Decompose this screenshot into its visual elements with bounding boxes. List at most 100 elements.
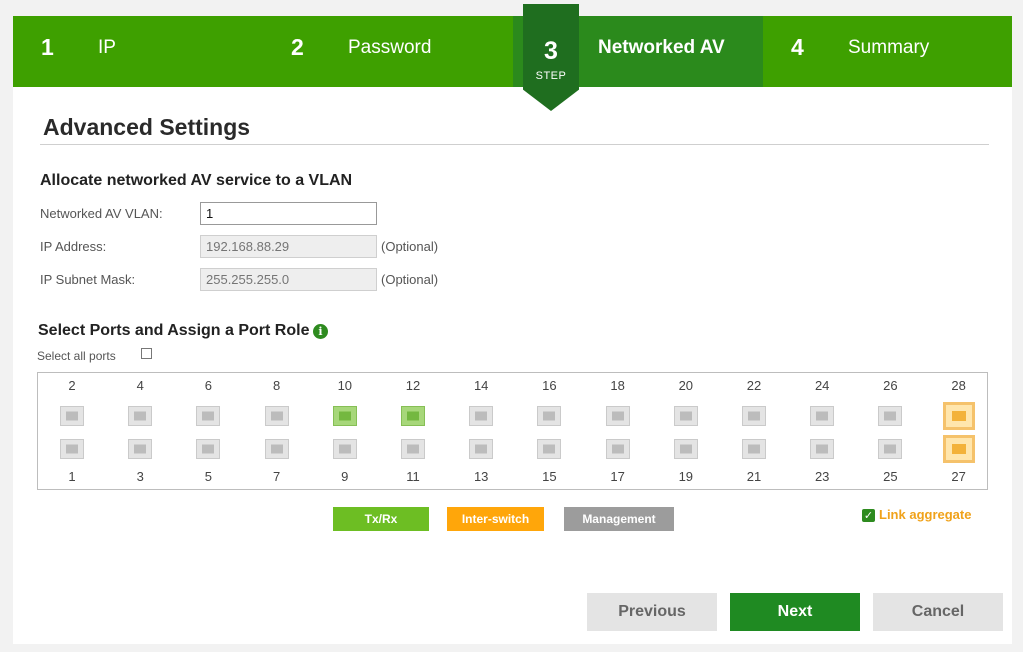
ethernet-port-icon[interactable] (401, 439, 425, 459)
port-number: 22 (746, 378, 762, 393)
ethernet-port-icon[interactable] (401, 406, 425, 426)
port-number: 19 (678, 469, 694, 484)
ethernet-port-icon[interactable] (128, 439, 153, 459)
link-aggregate-label[interactable]: Link aggregate (879, 507, 971, 522)
vlan-label: Networked AV VLAN: (40, 206, 163, 221)
port-jack (679, 411, 692, 421)
ethernet-port-icon[interactable] (469, 439, 494, 459)
ethernet-port-icon[interactable] (60, 406, 84, 426)
port-jack (884, 411, 897, 421)
port-jack (134, 411, 147, 421)
switch-ports-panel: 2 4 6 8 10 12 14 16 18 20 22 24 26 28 1 3 5 7 9 11 13 15 17 19 2… (37, 372, 988, 490)
ethernet-port-icon[interactable] (878, 439, 903, 459)
ethernet-port-icon[interactable] (537, 439, 562, 459)
port-number: 12 (405, 378, 421, 393)
ip-optional-note: (Optional) (381, 239, 439, 254)
cancel-button[interactable]: Cancel (873, 593, 1003, 631)
ethernet-port-icon[interactable] (196, 406, 221, 426)
legend-management[interactable]: Management (564, 507, 674, 531)
port-jack (338, 444, 351, 454)
step-password[interactable]: 2 Password (263, 16, 513, 87)
ethernet-port-icon[interactable] (605, 406, 630, 426)
port-number: 8 (272, 378, 281, 393)
port-jack (66, 444, 78, 454)
port-number: 24 (814, 378, 830, 393)
ethernet-port-icon[interactable] (537, 406, 562, 426)
port-number: 23 (814, 469, 830, 484)
port-jack (748, 444, 760, 454)
port-number: 1 (68, 469, 76, 484)
port-number: 10 (337, 378, 353, 393)
ethernet-port-icon[interactable] (742, 406, 766, 426)
ethernet-port-icon[interactable] (942, 402, 975, 430)
vlan-input[interactable] (200, 202, 377, 225)
port-number: 11 (406, 469, 420, 484)
legend-inter-switch[interactable]: Inter-switch (447, 507, 544, 531)
step-ip[interactable]: 1 IP (13, 16, 263, 87)
port-jack (611, 444, 624, 454)
current-step-caption: STEP (535, 70, 567, 82)
ethernet-port-icon[interactable] (60, 439, 84, 459)
ethernet-port-icon[interactable] (810, 406, 835, 426)
port-jack (951, 411, 966, 421)
port-number: 16 (542, 378, 557, 393)
ip-address-input (200, 235, 377, 258)
port-number: 15 (542, 469, 557, 484)
ethernet-port-icon[interactable] (128, 406, 153, 426)
ports-section-title: Select Ports and Assign a Port Role (38, 322, 310, 339)
ethernet-port-icon[interactable] (605, 439, 630, 459)
current-step-number: 3 (544, 37, 558, 65)
ethernet-port-icon[interactable] (742, 439, 766, 459)
port-jack (338, 411, 351, 421)
legend-txrx[interactable]: Tx/Rx (333, 507, 429, 531)
port-number: 28 (951, 378, 966, 393)
ethernet-port-icon[interactable] (810, 439, 835, 459)
ethernet-port-icon[interactable] (264, 439, 289, 459)
port-number: 2 (68, 378, 76, 393)
port-number: 20 (678, 378, 694, 393)
port-number: 26 (883, 378, 898, 393)
select-all-checkbox[interactable] (141, 348, 152, 359)
step-number: 4 (791, 34, 804, 60)
port-number: 4 (136, 378, 144, 393)
previous-button[interactable]: Previous (587, 593, 717, 631)
ethernet-port-icon[interactable] (196, 439, 221, 459)
ethernet-port-icon[interactable] (673, 406, 698, 426)
port-jack (475, 444, 488, 454)
port-number: 3 (136, 469, 144, 484)
info-icon[interactable]: i (313, 324, 328, 339)
port-jack (202, 411, 215, 421)
port-number: 9 (341, 469, 349, 484)
setup-wizard-card: 1 IP 2 Password Networked AV 4 Summary 3… (13, 4, 1012, 644)
ethernet-port-icon[interactable] (332, 439, 357, 459)
port-number: 17 (610, 469, 625, 484)
link-aggregate-checkbox[interactable]: ✓ (862, 509, 875, 522)
ip-address-label: IP Address: (40, 239, 107, 254)
port-number: 27 (951, 469, 966, 484)
port-jack (951, 444, 966, 454)
port-jack (66, 411, 78, 421)
next-button[interactable]: Next (730, 593, 860, 631)
ethernet-port-icon[interactable] (942, 435, 975, 463)
subnet-mask-label: IP Subnet Mask: (40, 272, 136, 287)
step-summary[interactable]: 4 Summary (763, 16, 1012, 87)
subnet-mask-input (200, 268, 377, 291)
ethernet-port-icon[interactable] (264, 406, 289, 426)
vlan-section-title: Allocate networked AV service to a VLAN (40, 172, 353, 189)
port-number: 6 (204, 378, 212, 393)
ethernet-port-icon[interactable] (878, 406, 903, 426)
port-jack (475, 411, 488, 421)
port-jack (543, 411, 556, 421)
step-label: Networked AV (598, 37, 725, 58)
port-number: 25 (883, 469, 898, 484)
ethernet-port-icon[interactable] (332, 406, 357, 426)
step-label: Password (348, 37, 432, 58)
port-jack (679, 444, 692, 454)
port-jack (611, 411, 624, 421)
ethernet-port-icon[interactable] (469, 406, 494, 426)
ethernet-port-icon[interactable] (673, 439, 698, 459)
port-number: 14 (473, 378, 489, 393)
port-jack (748, 411, 760, 421)
port-jack (407, 444, 419, 454)
port-number: 7 (272, 469, 281, 484)
